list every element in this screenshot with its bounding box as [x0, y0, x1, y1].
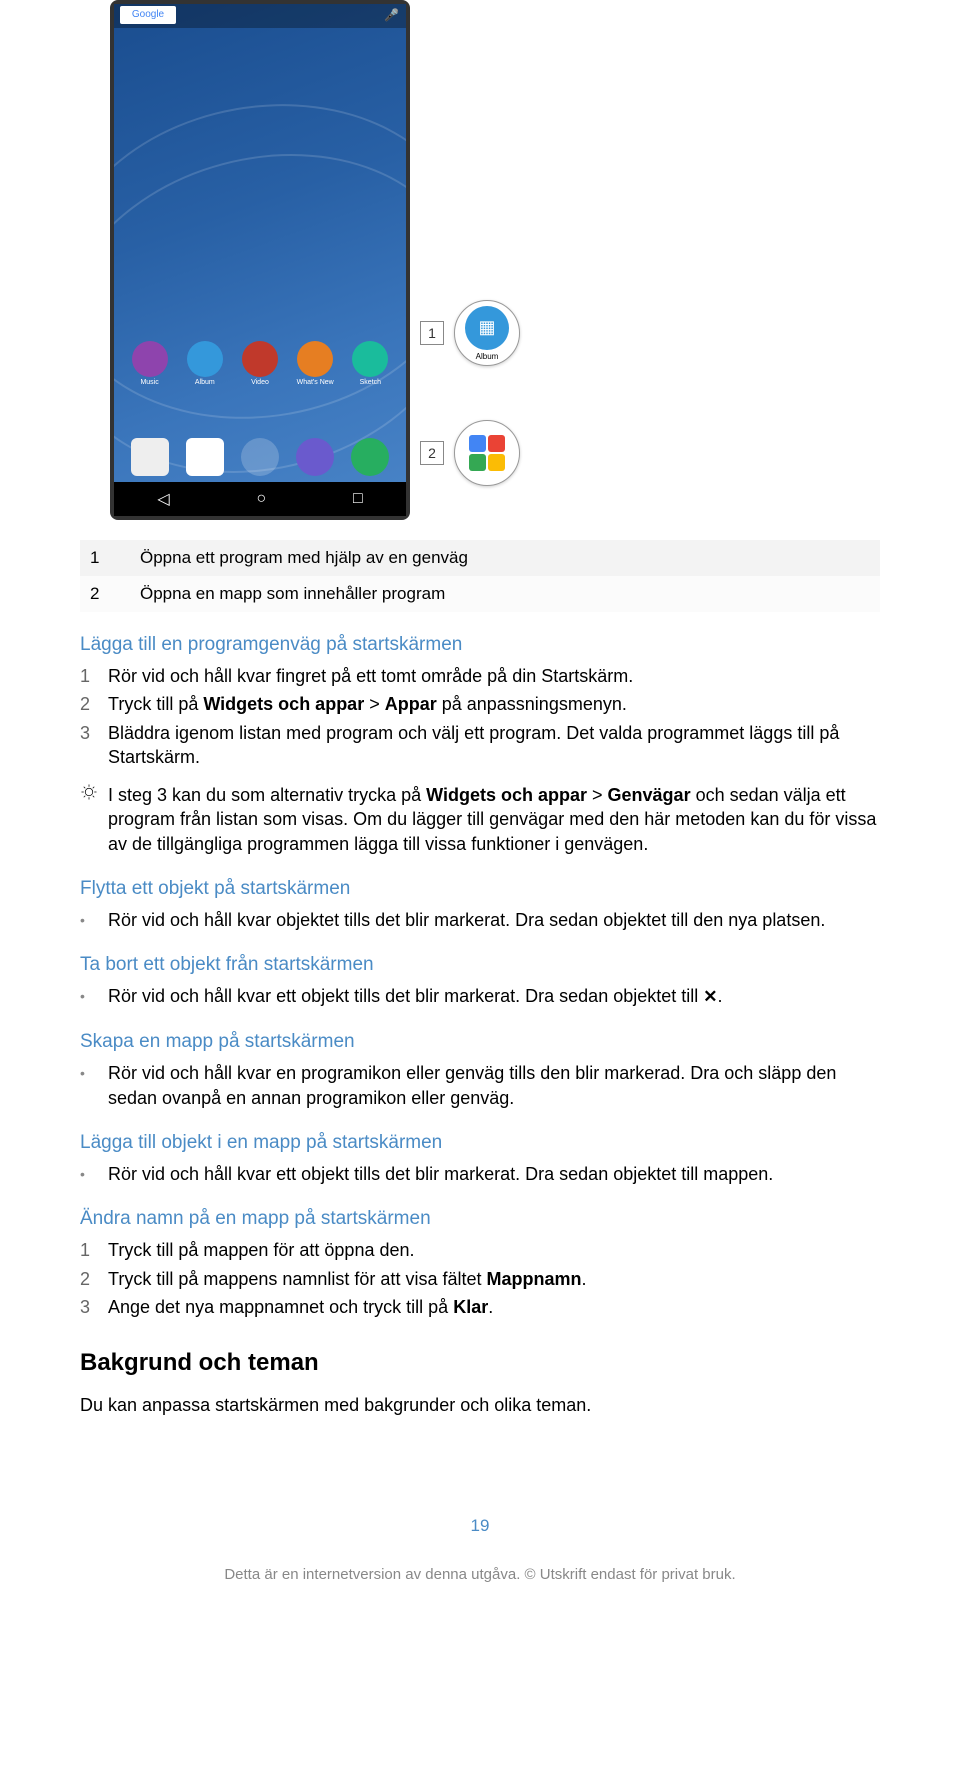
legend-table: 1 Öppna ett program med hjälp av en genv…: [80, 540, 880, 612]
section-heading: Lägga till en programgenväg på startskär…: [80, 634, 880, 656]
store-icon: [131, 438, 169, 476]
bullet-list: • Rör vid och håll kvar en programikon e…: [80, 1061, 880, 1110]
list-item: • Rör vid och håll kvar en programikon e…: [80, 1061, 880, 1110]
legend-num: 1: [80, 540, 130, 576]
list-item: • Rör vid och håll kvar ett objekt tills…: [80, 1162, 880, 1186]
table-row: 2 Öppna en mapp som innehåller program: [80, 576, 880, 612]
list-content: Rör vid och håll kvar fingret på ett tom…: [108, 664, 880, 688]
numbered-list: 1 Rör vid och håll kvar fingret på ett t…: [80, 664, 880, 769]
tip-content: I steg 3 kan du som alternativ trycka på…: [108, 783, 880, 856]
bullet-marker: •: [80, 1162, 108, 1186]
list-content: Tryck till på Widgets och appar > Appar …: [108, 692, 880, 716]
list-item: 2 Tryck till på mappens namnlist för att…: [80, 1267, 880, 1291]
phone-app-row: Music Album Video What's New Sketch: [114, 341, 406, 386]
bullet-marker: •: [80, 984, 108, 1009]
tip-row: I steg 3 kan du som alternativ trycka på…: [80, 783, 880, 856]
list-content: Ange det nya mappnamnet och tryck till p…: [108, 1295, 880, 1319]
phone-app: Music: [129, 341, 171, 386]
list-item: • Rör vid och håll kvar objektet tills d…: [80, 908, 880, 932]
phone-illustration: Google 🎤 Music Album Video What's New Sk…: [110, 0, 410, 520]
section-heading: Lägga till objekt i en mapp på startskär…: [80, 1132, 880, 1154]
legend-text: Öppna en mapp som innehåller program: [130, 576, 880, 612]
tip-icon: [80, 783, 108, 856]
callout-2: 2: [420, 420, 520, 486]
footer-text: Detta är en internetversion av denna utg…: [80, 1566, 880, 1583]
list-marker: 3: [80, 721, 108, 770]
bullet-list: • Rör vid och håll kvar ett objekt tills…: [80, 1162, 880, 1186]
phone-screen: Google 🎤 Music Album Video What's New Sk…: [114, 4, 406, 516]
section-heading: Ändra namn på en mapp på startskärmen: [80, 1208, 880, 1230]
list-item: 2 Tryck till på Widgets och appar > Appa…: [80, 692, 880, 716]
phone-dock: [114, 438, 406, 476]
chat-icon: [296, 438, 334, 476]
back-icon: ◁: [157, 489, 169, 509]
legend-num: 2: [80, 576, 130, 612]
bullet-list: • Rör vid och håll kvar objektet tills d…: [80, 908, 880, 932]
phone-app: Video: [239, 341, 281, 386]
close-icon: ✕: [703, 986, 717, 1009]
list-item: 3 Ange det nya mappnamnet och tryck till…: [80, 1295, 880, 1319]
phone-app: Album: [184, 341, 226, 386]
list-content: Rör vid och håll kvar ett objekt tills d…: [108, 1162, 880, 1186]
list-content: Rör vid och håll kvar objektet tills det…: [108, 908, 880, 932]
phone-statusbar: Google 🎤: [114, 4, 406, 28]
callout-bubble-album: ▦ Album: [454, 300, 520, 366]
list-marker: 2: [80, 692, 108, 716]
callout-number: 1: [420, 321, 444, 345]
list-marker: 3: [80, 1295, 108, 1319]
body-text: Du kan anpassa startskärmen med bakgrund…: [80, 1395, 880, 1416]
list-content: Bläddra igenom listan med program och vä…: [108, 721, 880, 770]
section-heading: Ta bort ett objekt från startskärmen: [80, 954, 880, 976]
list-content: Rör vid och håll kvar ett objekt tills d…: [108, 984, 880, 1009]
list-item: • Rör vid och håll kvar ett objekt tills…: [80, 984, 880, 1009]
bullet-list: • Rör vid och håll kvar ett objekt tills…: [80, 984, 880, 1009]
home-icon: ○: [256, 490, 266, 508]
phone-app: Sketch: [349, 341, 391, 386]
mic-icon: 🎤: [384, 8, 398, 22]
callout-label: Album: [465, 352, 509, 361]
bullet-marker: •: [80, 908, 108, 932]
bullet-marker: •: [80, 1061, 108, 1110]
list-marker: 1: [80, 1238, 108, 1262]
list-marker: 1: [80, 664, 108, 688]
phone-app: What's New: [294, 341, 336, 386]
section-heading: Flytta ett objekt på startskärmen: [80, 878, 880, 900]
list-item: 1 Tryck till på mappen för att öppna den…: [80, 1238, 880, 1262]
table-row: 1 Öppna ett program med hjälp av en genv…: [80, 540, 880, 576]
list-content: Tryck till på mappen för att öppna den.: [108, 1238, 880, 1262]
list-marker: 2: [80, 1267, 108, 1291]
page-number: 19: [80, 1516, 880, 1536]
recent-icon: □: [353, 490, 363, 508]
list-content: Tryck till på mappens namnlist för att v…: [108, 1267, 880, 1291]
legend-text: Öppna ett program med hjälp av en genväg: [130, 540, 880, 576]
section-heading: Skapa en mapp på startskärmen: [80, 1031, 880, 1053]
list-content: Rör vid och håll kvar en programikon ell…: [108, 1061, 880, 1110]
callout-number: 2: [420, 441, 444, 465]
callout-1: 1 ▦ Album: [420, 300, 520, 366]
play-icon: [186, 438, 224, 476]
main-heading: Bakgrund och teman: [80, 1349, 880, 1377]
numbered-list: 1 Tryck till på mappen för att öppna den…: [80, 1238, 880, 1319]
apps-grid-icon: [241, 438, 279, 476]
callout-bubble-folder: [454, 420, 520, 486]
phone-navbar: ◁ ○ □: [114, 482, 406, 516]
google-search-widget: Google: [120, 6, 176, 24]
list-item: 1 Rör vid och håll kvar fingret på ett t…: [80, 664, 880, 688]
list-item: 3 Bläddra igenom listan med program och …: [80, 721, 880, 770]
phone-icon: [351, 438, 389, 476]
